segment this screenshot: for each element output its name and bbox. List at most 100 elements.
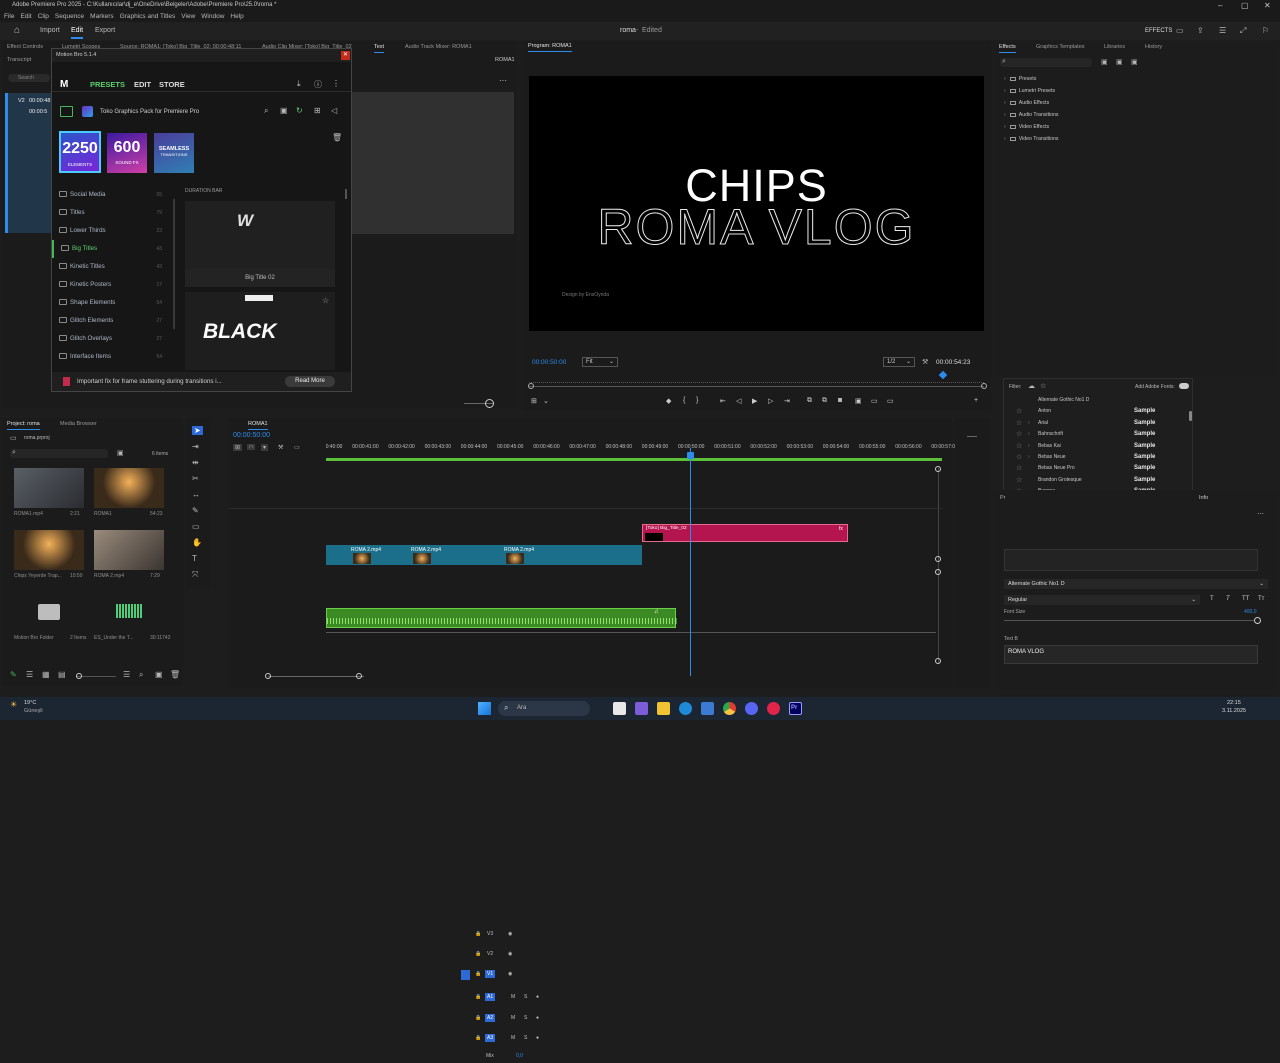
category-titles[interactable]: Titles 79 — [52, 204, 168, 222]
lock-icon[interactable]: 🔒 — [475, 971, 481, 977]
menu-help[interactable]: Help — [230, 13, 243, 20]
category-social-media[interactable]: Social Media 65 — [52, 186, 168, 204]
add-button-icon[interactable]: + — [974, 397, 978, 404]
favorite-icon[interactable]: ☆ — [1016, 406, 1022, 417]
effects-folder-2[interactable]: › Audio Effects — [1004, 100, 1049, 106]
eye-icon[interactable]: ◉ — [508, 951, 512, 957]
help-icon[interactable]: ⓘ — [314, 79, 322, 90]
category-glitch-overlays[interactable]: Glitch Overlays 27 — [52, 330, 168, 348]
zoom-slider-handle[interactable] — [485, 399, 494, 408]
more-icon[interactable]: ⋯ — [499, 76, 507, 85]
expand-icon[interactable]: › — [1028, 418, 1030, 429]
compare-icon[interactable]: ▣ — [855, 397, 862, 405]
project-tab[interactable]: Project: roma — [7, 421, 40, 430]
category-shape-elements[interactable]: Shape Elements 54 — [52, 294, 168, 312]
panel-menu-icon[interactable]: ⋯ — [1257, 510, 1264, 518]
notifications-icon[interactable]: ⚐ — [1262, 22, 1269, 40]
category-kinetic-titles[interactable]: Kinetic Titles 43 — [52, 258, 168, 276]
list-view-icon[interactable]: ☰ — [26, 670, 33, 679]
premiere-icon[interactable]: Pr — [789, 702, 802, 715]
track-select-icon[interactable]: ⇥ — [192, 442, 199, 451]
project-item-thumb[interactable] — [94, 468, 164, 508]
safe-margins-icon[interactable]: ▭ — [887, 397, 894, 405]
program-timecode[interactable]: 00:00:50:00 — [532, 359, 566, 366]
source-tab-4[interactable]: Text — [374, 44, 385, 53]
effects-folder-0[interactable]: › Presets — [1004, 76, 1036, 82]
font-size-slider[interactable] — [1004, 620, 1254, 621]
favorite-icon[interactable]: ☆ — [1016, 429, 1022, 440]
lock-icon[interactable]: 🔒 — [475, 931, 481, 937]
menu-markers[interactable]: Markers — [90, 13, 113, 20]
italic-icon[interactable]: T — [1226, 596, 1230, 602]
timeline-ruler[interactable]: 00:00:40:00 00:00:41:00 00:00:42:00 00:00:4… — [326, 444, 958, 458]
project-item-thumb[interactable] — [94, 592, 164, 632]
home-icon[interactable]: ⌂ — [14, 22, 20, 40]
thumbnail-view-icon[interactable]: ▣ — [280, 106, 288, 115]
lock-icon[interactable]: 🔒 — [475, 1035, 481, 1041]
go-to-in-icon[interactable]: ⇤ — [720, 397, 726, 405]
new-bin-icon[interactable]: ▣ — [117, 449, 124, 457]
mic-icon[interactable]: ● — [536, 1035, 539, 1041]
rectangle-icon[interactable]: ▭ — [192, 522, 200, 531]
wrench-icon[interactable]: ⚒ — [922, 358, 928, 366]
expand-icon[interactable]: › — [1028, 441, 1030, 452]
project-item-thumb[interactable] — [94, 530, 164, 570]
cloud-icon[interactable]: ☁ — [1028, 382, 1035, 390]
nav-edit[interactable]: EDIT — [134, 80, 151, 89]
mute-button[interactable]: M — [511, 994, 515, 1000]
file-explorer-icon[interactable] — [657, 702, 670, 715]
effects-tab-2[interactable]: Libraries — [1104, 44, 1125, 50]
search-icon[interactable]: ⌕ — [264, 106, 268, 116]
info-tab[interactable]: Info — [1199, 495, 1208, 501]
yuv-effects-icon[interactable]: ▣ — [1131, 58, 1138, 66]
mark-out-icon[interactable]: } — [696, 397, 698, 404]
import-tab[interactable]: Import — [40, 22, 60, 40]
title-clip[interactable]: [Toko] Big_Title_02 fx — [642, 524, 848, 542]
sort-icon[interactable]: ☰ — [123, 670, 130, 679]
expand-icon[interactable]: › — [1028, 429, 1030, 440]
small-caps-icon[interactable]: Tт — [1258, 596, 1264, 602]
thumb-sound-fx[interactable]: 600 SOUND FX — [107, 133, 147, 173]
snap-icon[interactable]: ⊞ — [233, 444, 243, 451]
thumb-seamless-transitions[interactable]: SEAMLESS TRANSITIONS — [154, 133, 194, 173]
thumb-elements[interactable]: 2250 ELEMENTS — [59, 131, 101, 173]
type-icon[interactable]: T — [192, 554, 197, 563]
razor-icon[interactable]: ✂ — [192, 474, 199, 483]
lock-icon[interactable]: 🔒 — [475, 994, 481, 1000]
mic-icon[interactable]: ● — [536, 1015, 539, 1021]
mix-value[interactable]: 0,0 — [516, 1053, 523, 1059]
effects-folder-3[interactable]: › Audio Transitions — [1004, 112, 1059, 118]
grid-icon[interactable]: ⊞ — [314, 106, 321, 115]
favorite-icon[interactable]: ☆ — [1016, 463, 1022, 474]
add-fonts-toggle[interactable] — [1179, 383, 1189, 389]
store-icon[interactable] — [701, 702, 714, 715]
fullscreen-icon[interactable]: ⤢ — [1240, 22, 1246, 40]
work-area-bar[interactable] — [326, 458, 942, 461]
add-marker-icon[interactable]: ◆ — [666, 397, 671, 405]
menu-edit[interactable]: Edit — [20, 13, 31, 20]
font-row[interactable]: ☆ › Bebas Kai Sample — [1004, 441, 1194, 452]
add-marker-icon[interactable]: ▾ — [261, 444, 269, 451]
source-tab-0[interactable]: Effect Controls — [7, 44, 43, 50]
timeline-tab[interactable]: ROMA1 — [248, 421, 268, 430]
new-item-icon[interactable]: ▣ — [155, 670, 163, 679]
eye-icon[interactable]: ◉ — [508, 971, 512, 977]
caps-icon[interactable]: TT — [1242, 596, 1249, 602]
copilot-icon[interactable] — [635, 702, 648, 715]
linked-selection-icon[interactable]: ∩ — [247, 444, 256, 450]
category-glitch-elements[interactable]: Glitch Elements 27 — [52, 312, 168, 330]
step-back-icon[interactable]: ◁ — [736, 397, 741, 405]
app-icon[interactable] — [767, 702, 780, 715]
lock-icon[interactable]: 🔒 — [475, 1015, 481, 1021]
go-to-out-icon[interactable]: ⇥ — [784, 397, 790, 405]
program-ruler[interactable] — [529, 377, 984, 383]
share-icon[interactable]: ⇪ — [1197, 22, 1204, 40]
nav-presets[interactable]: PRESETS — [90, 80, 125, 89]
menu-graphics-and-titles[interactable]: Graphics and Titles — [120, 13, 176, 20]
close-icon[interactable]: ✕ — [1264, 0, 1271, 11]
play-icon[interactable]: ▶ — [752, 397, 757, 405]
pen-icon[interactable]: ✎ — [192, 506, 199, 515]
timeline-timecode[interactable]: 00:00:50:00 — [233, 432, 270, 439]
extract-icon[interactable]: ⧉ — [822, 397, 827, 405]
font-size-value[interactable]: 400,0 — [1244, 609, 1257, 615]
